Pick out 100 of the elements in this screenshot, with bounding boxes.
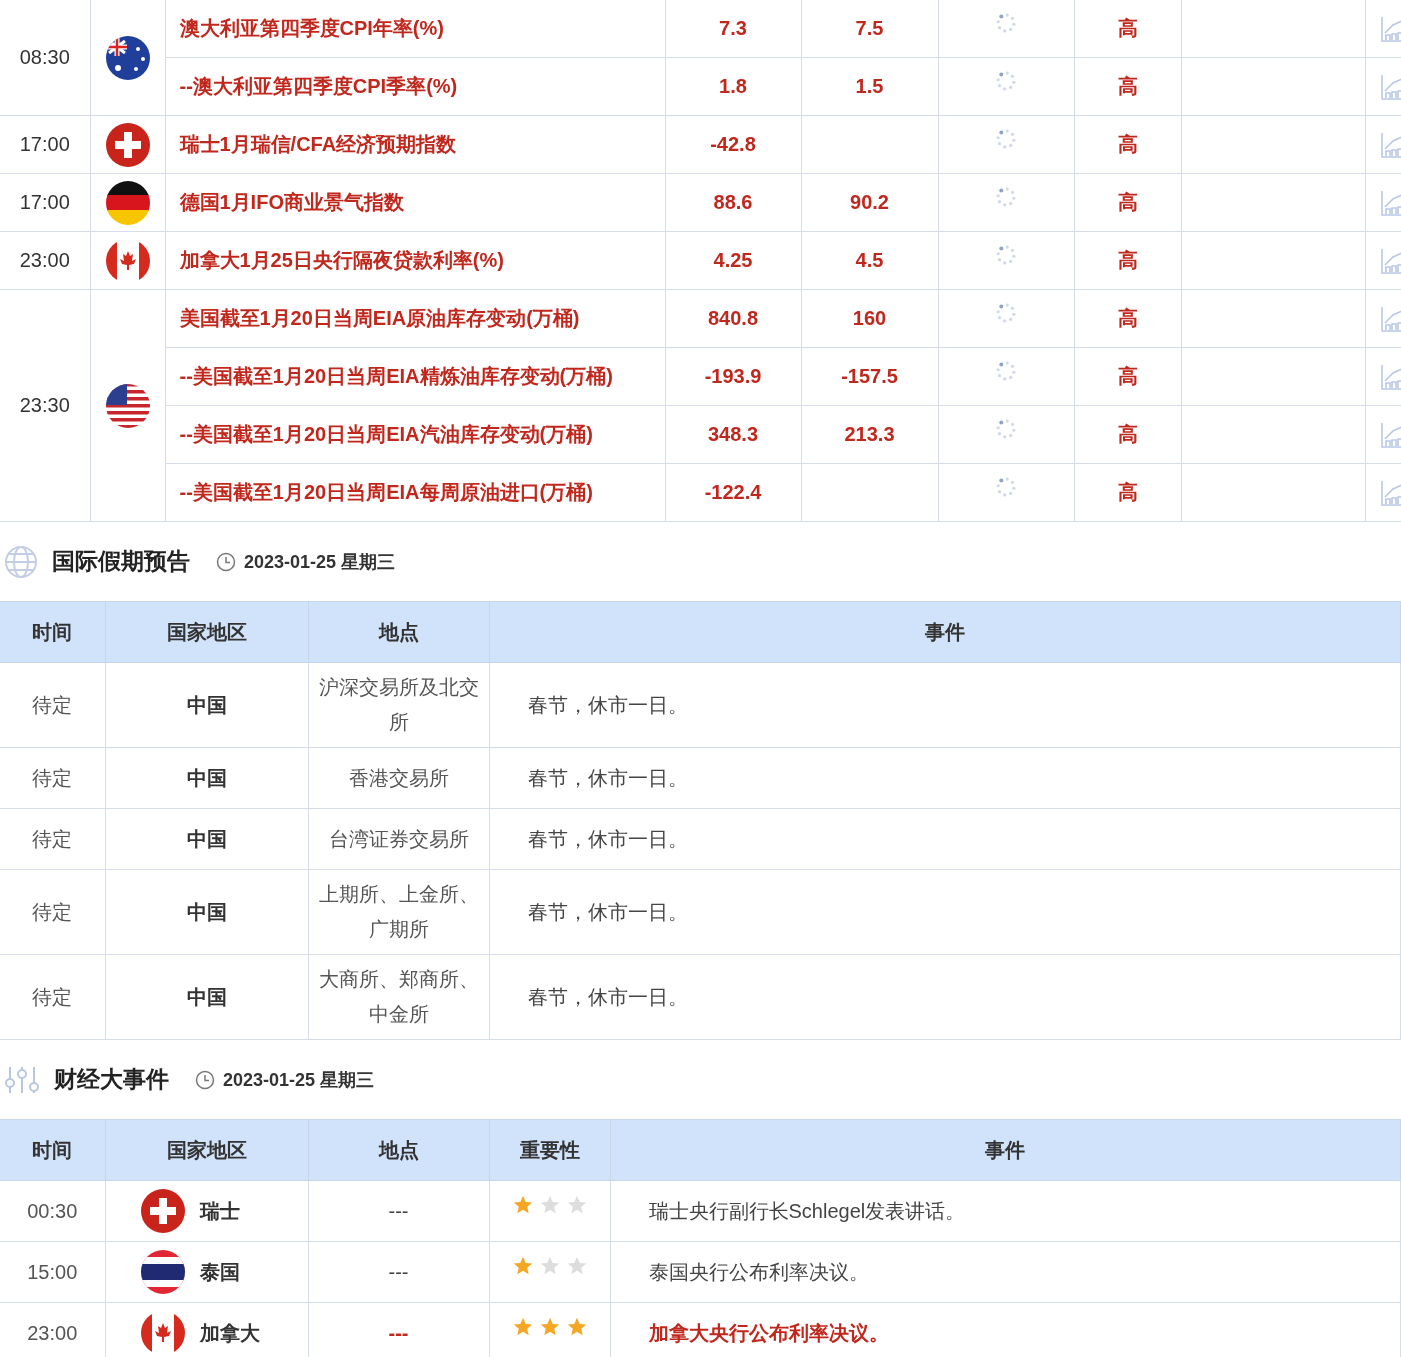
chart-icon[interactable] (1379, 130, 1401, 159)
chart-icon[interactable] (1379, 304, 1401, 333)
flag-icon (104, 179, 151, 226)
previous-value: -122.4 (704, 481, 762, 503)
table-cell: 00:30 (27, 1199, 78, 1222)
table-cell: 待定 (32, 693, 73, 716)
column-header: 地点 (378, 620, 419, 643)
previous-value: 1.8 (719, 75, 747, 97)
star-icon (538, 1316, 561, 1338)
event-description: 春节，休市一日。 (527, 985, 688, 1008)
chart-icon[interactable] (1379, 478, 1401, 507)
forecast-value: 213.3 (844, 423, 895, 445)
forecast-value: 7.5 (855, 17, 884, 39)
country-name: 泰国 (199, 1259, 240, 1285)
star-icon (565, 1194, 588, 1216)
event-description: 春节，休市一日。 (527, 900, 688, 923)
globe-icon (4, 544, 38, 579)
table-cell: --- (388, 1260, 409, 1283)
country-name: 加拿大 (199, 1320, 260, 1346)
column-header: 国家地区 (166, 620, 247, 643)
event-time: 17:00 (19, 133, 70, 155)
chart-icon[interactable] (1379, 420, 1401, 449)
column-header: 时间 (32, 1138, 73, 1161)
column-header: 国家地区 (166, 1138, 247, 1161)
table-cell: 15:00 (27, 1260, 78, 1283)
clock-icon (195, 1069, 215, 1090)
clock-icon (216, 551, 236, 572)
star-icon (565, 1316, 588, 1338)
star-icon (538, 1194, 561, 1216)
event-time: 17:00 (19, 191, 70, 213)
forecast-value: 4.5 (855, 249, 884, 271)
event-description: 瑞士央行副行长Schlegel发表讲话。 (648, 1199, 966, 1222)
forecast-value: 1.5 (855, 75, 884, 97)
country-name: 中国 (186, 766, 227, 789)
previous-value: 88.6 (713, 191, 753, 213)
table-cell: 香港交易所 (348, 766, 449, 789)
country-name: 瑞士 (199, 1198, 240, 1224)
star-icon (511, 1316, 534, 1338)
importance-label: 高 (1117, 17, 1138, 39)
event-description: 泰国央行公布利率决议。 (648, 1260, 869, 1283)
star-icon (565, 1255, 588, 1277)
importance-label: 高 (1117, 307, 1138, 329)
table-cell: 大商所、郑商所、中金所 (318, 968, 479, 1025)
table-cell: 沪深交易所及北交所 (318, 676, 479, 733)
previous-value: -42.8 (710, 133, 756, 155)
section-title: 国际假期预告 (52, 547, 190, 576)
table-cell: 上期所、上金所、广期所 (318, 883, 479, 940)
event-time: 23:30 (19, 394, 70, 416)
importance-label: 高 (1117, 249, 1138, 271)
forecast-value: -157.5 (841, 365, 898, 387)
table-cell: --- (388, 1321, 409, 1344)
column-header: 事件 (985, 1138, 1026, 1161)
event-time: 23:00 (19, 249, 70, 271)
table-cell: 23:00 (27, 1321, 78, 1344)
forecast-value: 160 (852, 307, 887, 329)
previous-value: 840.8 (707, 307, 759, 329)
country-name: 中国 (186, 900, 227, 923)
column-header: 重要性 (519, 1138, 580, 1161)
country-name: 中国 (186, 985, 227, 1008)
section-date: 2023-01-25 星期三 (223, 1068, 375, 1092)
chart-icon[interactable] (1379, 246, 1401, 275)
event-description: 春节，休市一日。 (527, 766, 688, 789)
previous-value: -193.9 (704, 365, 762, 387)
indicator-name[interactable]: 德国1月IFO商业景气指数 (179, 191, 404, 213)
chart-icon[interactable] (1379, 72, 1401, 101)
flag-icon (104, 382, 151, 429)
table-cell: 待定 (32, 766, 73, 789)
importance-label: 高 (1117, 423, 1138, 445)
star-icon (511, 1255, 534, 1277)
table-cell: 待定 (32, 827, 73, 850)
importance-label: 高 (1117, 365, 1138, 387)
table-cell: 待定 (32, 985, 73, 1008)
event-description: 春节，休市一日。 (527, 827, 688, 850)
country-name: 中国 (186, 693, 227, 716)
column-header: 地点 (378, 1138, 419, 1161)
section-date: 2023-01-25 星期三 (244, 550, 396, 574)
column-header: 时间 (32, 620, 73, 643)
event-description: 加拿大央行公布利率决议。 (648, 1321, 889, 1344)
importance-label: 高 (1117, 75, 1138, 97)
importance-label: 高 (1117, 481, 1138, 503)
chart-icon[interactable] (1379, 362, 1401, 391)
table-cell: 台湾证券交易所 (328, 827, 469, 850)
chart-icon[interactable] (1379, 188, 1401, 217)
chart-icon[interactable] (1379, 14, 1401, 43)
importance-label: 高 (1117, 191, 1138, 213)
section-title: 财经大事件 (54, 1065, 169, 1094)
table-cell: --- (388, 1199, 409, 1222)
star-icon (538, 1255, 561, 1277)
forecast-value: 90.2 (850, 191, 889, 213)
importance-label: 高 (1117, 133, 1138, 155)
event-description: 春节，休市一日。 (527, 693, 688, 716)
previous-value: 348.3 (707, 423, 759, 445)
country-name: 中国 (186, 827, 227, 850)
previous-value: 4.25 (713, 249, 753, 271)
table-cell: 待定 (32, 900, 73, 923)
star-icon (511, 1194, 534, 1216)
event-time: 08:30 (19, 46, 70, 68)
sliders-icon (4, 1064, 40, 1095)
column-header: 事件 (924, 620, 965, 643)
previous-value: 7.3 (719, 17, 747, 39)
